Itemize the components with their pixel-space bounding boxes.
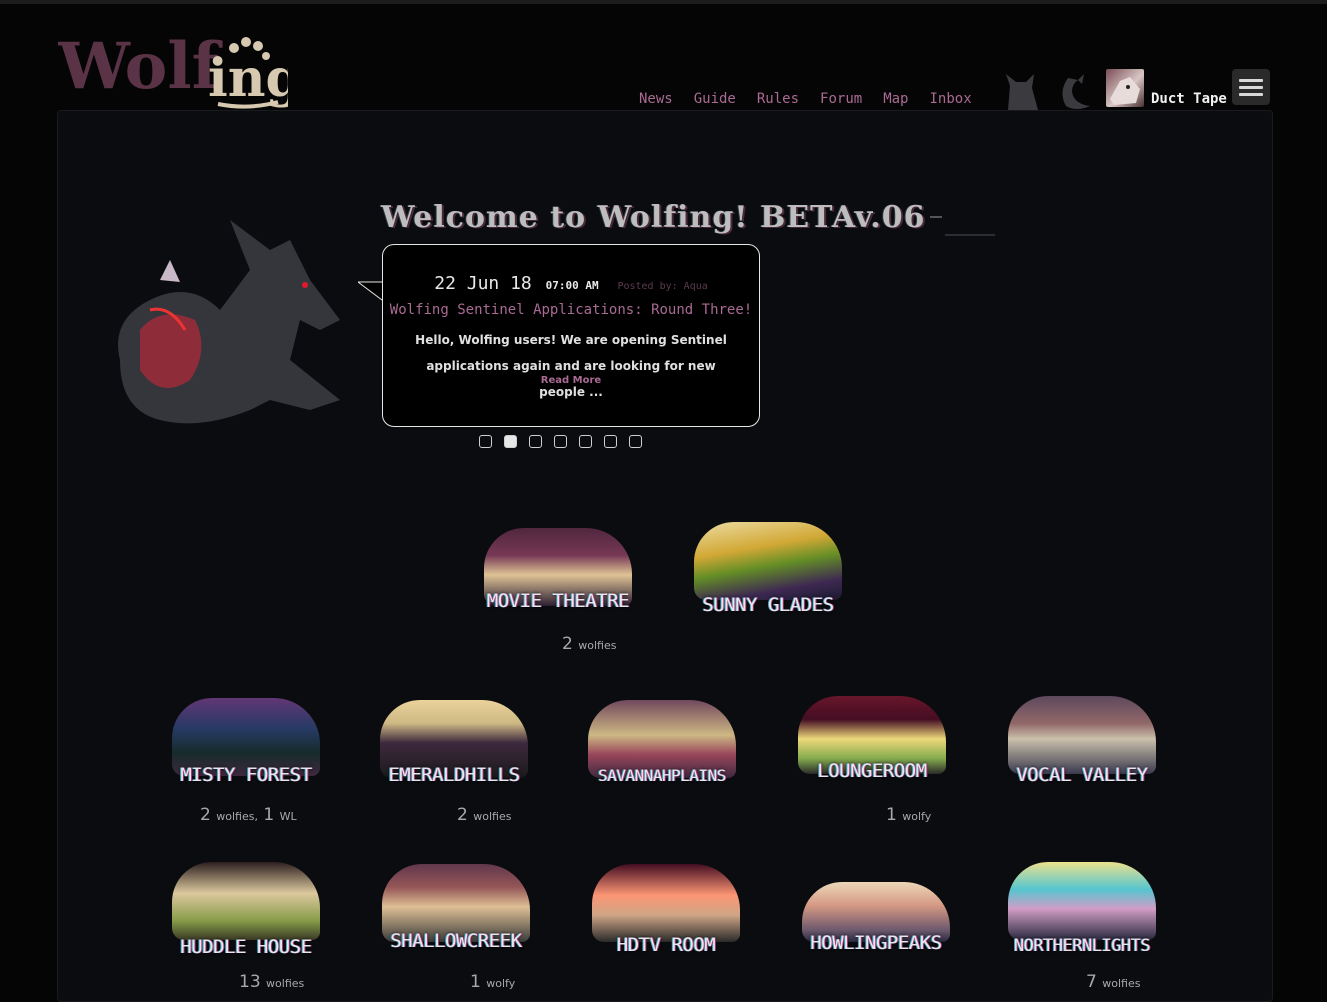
svg-text:Wolf: Wolf (58, 29, 223, 104)
avatar[interactable] (1106, 69, 1144, 107)
room-name: SUNNY GLADES (702, 594, 834, 616)
carousel-dot-5[interactable] (579, 435, 592, 448)
room-northernlights[interactable]: NORTHERNLIGHTS (1002, 862, 1162, 962)
room-name: EMERALDHILLS (388, 764, 520, 786)
room-name: HDTV ROOM (616, 934, 716, 956)
room-occupancy: 7 wolfies (1086, 972, 1141, 992)
room-misty-forest[interactable]: MISTY FOREST (166, 698, 326, 798)
top-border (0, 0, 1327, 4)
main-nav: News Guide Rules Forum Map Inbox (639, 91, 993, 111)
room-name: HOWLINGPEAKS (810, 932, 942, 954)
room-occupancy: 1 wolfy (886, 805, 932, 825)
nav-rules[interactable]: Rules (757, 91, 799, 111)
carousel-dot-2[interactable] (504, 435, 517, 448)
post-excerpt: Hello, Wolfing users! We are opening Sen… (415, 333, 727, 399)
room-name: VOCAL VALLEY (1016, 764, 1148, 786)
room-shallowcreek[interactable]: SHALLOWCREEK (376, 864, 536, 964)
room-name: SAVANNAHPLAINS (598, 766, 726, 785)
carousel-dot-6[interactable] (604, 435, 617, 448)
room-savannahplains[interactable]: SAVANNAHPLAINS (582, 700, 742, 800)
room-loungeroom[interactable]: LOUNGEROOM (792, 696, 952, 796)
room-thumbnail (694, 522, 842, 600)
room-thumbnail (1008, 696, 1156, 774)
room-thumbnail (592, 864, 740, 942)
room-occupancy: 2 wolfies (562, 634, 617, 654)
site-logo[interactable]: Wolf ing (58, 26, 288, 112)
carousel-dots (479, 435, 642, 448)
hamburger-menu-icon[interactable] (1232, 69, 1270, 105)
post-date-line: 22 Jun 18 07:00 AM Posted by: Aqua (383, 273, 759, 294)
room-name: SHALLOWCREEK (390, 930, 522, 952)
room-emeraldhills[interactable]: EMERALDHILLS (374, 700, 534, 800)
nav-guide[interactable]: Guide (694, 91, 736, 111)
post-author: Posted by: Aqua (617, 281, 708, 292)
room-occupancy: 1 wolfy (470, 972, 516, 992)
room-name: MISTY FOREST (180, 764, 312, 786)
glitch-decoration (945, 234, 995, 236)
room-vocal-valley[interactable]: VOCAL VALLEY (1002, 696, 1162, 796)
carousel-dot-1[interactable] (479, 435, 492, 448)
room-occupancy: 13 wolfies (239, 972, 305, 992)
svg-text:ing: ing (208, 48, 288, 109)
read-more-link[interactable]: Read More (383, 375, 759, 386)
room-occupancy: 2 wolfies, 1 WL (200, 805, 297, 825)
news-bubble: 22 Jun 18 07:00 AM Posted by: Aqua Wolfi… (382, 244, 760, 427)
nav-news[interactable]: News (639, 91, 673, 111)
room-hdtv-room[interactable]: HDTV ROOM (586, 864, 746, 964)
wolf-howl-icon[interactable] (1056, 72, 1094, 112)
nav-forum[interactable]: Forum (820, 91, 862, 111)
carousel-dot-4[interactable] (554, 435, 567, 448)
room-huddle-house[interactable]: HUDDLE HOUSE (166, 862, 326, 962)
wolf-sitting-icon[interactable] (1004, 72, 1042, 112)
username[interactable]: Duct Tape (1151, 91, 1227, 107)
room-occupancy: 2 wolfies (457, 805, 512, 825)
room-howlingpeaks[interactable]: HOWLINGPEAKS (796, 882, 956, 982)
room-sunny-glades[interactable]: SUNNY GLADES (688, 522, 848, 622)
room-name: LOUNGEROOM (817, 760, 927, 782)
room-name: HUDDLE HOUSE (180, 936, 312, 958)
room-name: NORTHERNLIGHTS (1013, 936, 1151, 956)
nav-inbox[interactable]: Inbox (929, 91, 971, 111)
room-thumbnail (1008, 862, 1156, 940)
carousel-dot-7[interactable] (629, 435, 642, 448)
post-date: 22 Jun 18 (434, 273, 532, 294)
post-time: 07:00 AM (545, 279, 599, 292)
glitch-decoration (930, 216, 942, 218)
welcome-title: Welcome to Wolfing! BETAv.06 (381, 200, 926, 235)
nav-map[interactable]: Map (883, 91, 908, 111)
room-thumbnail (172, 862, 320, 940)
hero-wolf-illustration (100, 210, 360, 450)
room-name: MOVIE THEATRE (486, 590, 630, 612)
carousel-dot-3[interactable] (529, 435, 542, 448)
post-title-link[interactable]: Wolfing Sentinel Applications: Round Thr… (383, 302, 759, 318)
room-movie-theatre[interactable]: MOVIE THEATRE (478, 528, 638, 628)
